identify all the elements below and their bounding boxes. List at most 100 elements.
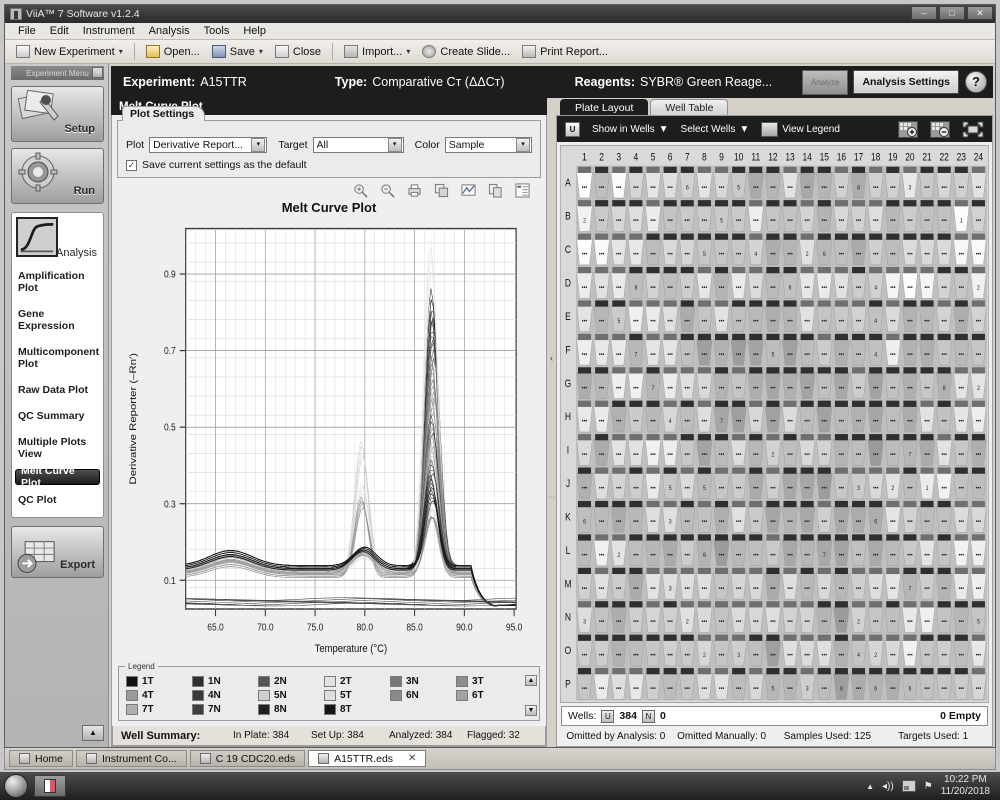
plate-well-E7[interactable]: ••• — [679, 300, 696, 333]
plate-well-E1[interactable]: ••• — [576, 300, 593, 333]
plot-properties-icon[interactable] — [461, 183, 476, 198]
plate-well-F24[interactable]: ••• — [970, 333, 987, 366]
plate-well-L23[interactable]: ••• — [953, 534, 970, 566]
plate-well-M12[interactable]: ••• — [764, 567, 781, 600]
plate-well-L13[interactable]: ••• — [782, 534, 799, 566]
plate-well-J10[interactable]: ••• — [730, 467, 747, 500]
plate-well-I14[interactable]: ••• — [799, 434, 816, 466]
sidebar-item-export[interactable]: Export — [11, 526, 104, 578]
plate-well-A8[interactable]: ••• — [696, 166, 713, 199]
plate-well-M18[interactable]: ••• — [867, 567, 884, 600]
plate-well-E19[interactable]: ••• — [884, 300, 901, 333]
open-button[interactable]: Open... — [141, 43, 205, 60]
plate-well-P5[interactable]: ••• — [645, 668, 662, 700]
plate-well-O12[interactable]: ••• — [764, 634, 781, 667]
plate-row-header-J[interactable]: J — [566, 478, 570, 490]
plate-well-G5[interactable]: 7 — [645, 367, 662, 399]
plate-well-F20[interactable]: ••• — [901, 333, 918, 366]
plate-well-B10[interactable]: ••• — [730, 200, 747, 232]
plate-well-J12[interactable]: ••• — [764, 467, 781, 500]
plate-well-E23[interactable]: ••• — [953, 300, 970, 333]
plate-well-N5[interactable]: ••• — [645, 601, 662, 633]
plate-well-A24[interactable]: ••• — [970, 166, 987, 199]
plate-well-L14[interactable]: ••• — [799, 534, 816, 566]
plate-well-I11[interactable]: ••• — [747, 434, 764, 466]
plate-well-M21[interactable]: ••• — [919, 567, 936, 600]
plate-well-P14[interactable]: 3 — [799, 668, 816, 700]
plot-settings-tab[interactable]: Plot Settings — [122, 106, 206, 121]
plate-well-O23[interactable]: ••• — [953, 634, 970, 667]
legend-item-3T[interactable]: 3T — [456, 676, 522, 687]
rail-scroll-up-button[interactable]: ▲ — [82, 725, 104, 741]
sidebar-item-run[interactable]: Run — [11, 148, 104, 204]
plate-well-N11[interactable]: ••• — [747, 601, 764, 633]
plate-well-I10[interactable]: ••• — [730, 434, 747, 466]
plate-well-G1[interactable]: ••• — [576, 367, 593, 399]
plate-well-N9[interactable]: ••• — [713, 601, 730, 633]
help-button[interactable]: ? — [965, 71, 987, 93]
plate-column-header-22[interactable]: 22 — [939, 152, 948, 164]
plate-well-C14[interactable]: 2 — [799, 233, 816, 266]
plate-well-I9[interactable]: ••• — [713, 434, 730, 466]
plate-well-D22[interactable]: ••• — [936, 266, 953, 299]
plate-well-C16[interactable]: ••• — [833, 233, 850, 266]
sidebar-item-analysis[interactable]: Analysis — [12, 215, 103, 263]
plate-well-P19[interactable]: ••• — [884, 668, 901, 700]
plate-well-H22[interactable]: ••• — [936, 400, 953, 433]
plate-well-F4[interactable]: 7 — [627, 333, 644, 366]
plate-well-F18[interactable]: 4 — [867, 333, 884, 366]
plate-well-B24[interactable]: ••• — [970, 200, 987, 232]
plate-well-C6[interactable]: ••• — [662, 233, 679, 266]
plate-well-H16[interactable]: ••• — [833, 400, 850, 433]
plate-well-P16[interactable]: 8 — [833, 668, 850, 700]
export-image-icon[interactable] — [488, 183, 503, 198]
plate-well-P4[interactable]: ••• — [627, 668, 644, 700]
plate-well-B20[interactable]: ••• — [901, 200, 918, 232]
plate-well-H13[interactable]: ••• — [782, 400, 799, 433]
plate-well-K18[interactable]: 6 — [867, 500, 884, 533]
plate-well-I4[interactable]: ••• — [627, 434, 644, 466]
plate-well-H8[interactable]: ••• — [696, 400, 713, 433]
plate-well-A5[interactable]: ••• — [645, 166, 662, 199]
plate-well-F23[interactable]: ••• — [953, 333, 970, 366]
plate-well-E5[interactable]: ••• — [645, 300, 662, 333]
plate-well-M14[interactable]: ••• — [799, 567, 816, 600]
plate-well-N21[interactable]: ••• — [919, 601, 936, 633]
plate-well-F16[interactable]: ••• — [833, 333, 850, 366]
plate-well-C3[interactable]: ••• — [610, 233, 627, 266]
plate-well-H2[interactable]: ••• — [593, 400, 610, 433]
plate-well-O6[interactable]: ••• — [662, 634, 679, 667]
plate-well-O20[interactable]: ••• — [901, 634, 918, 667]
sidebar-item-gene-expression[interactable]: Gene Expression — [12, 301, 103, 339]
fit-plate-icon[interactable] — [962, 121, 984, 138]
close-experiment-button[interactable]: Close — [270, 43, 326, 60]
sidebar-item-raw-data-plot[interactable]: Raw Data Plot — [12, 377, 103, 403]
legend-item-8T[interactable]: 8T — [324, 704, 390, 715]
plate-well-O4[interactable]: ••• — [627, 634, 644, 667]
plate-well-O8[interactable]: 2 — [696, 634, 713, 667]
plate-well-C19[interactable]: ••• — [884, 233, 901, 266]
plate-well-H19[interactable]: ••• — [884, 400, 901, 433]
plate-well-B17[interactable]: ••• — [850, 200, 867, 232]
plate-well-E17[interactable]: ••• — [850, 300, 867, 333]
plate-well-D11[interactable]: ••• — [747, 266, 764, 299]
zoom-out-plate-icon[interactable] — [930, 120, 950, 138]
legend-item-1N[interactable]: 1N — [192, 676, 258, 687]
plate-well-J17[interactable]: 3 — [850, 467, 867, 500]
plate-well-P18[interactable]: 6 — [867, 668, 884, 700]
plate-well-K23[interactable]: ••• — [953, 500, 970, 533]
plate-well-B5[interactable]: ••• — [645, 200, 662, 232]
plate-well-E8[interactable]: ••• — [696, 300, 713, 333]
analysis-settings-button[interactable]: Analysis Settings — [853, 70, 959, 94]
legend-item-8N[interactable]: 8N — [258, 704, 324, 715]
plate-well-M16[interactable]: ••• — [833, 567, 850, 600]
plate-well-L3[interactable]: 2 — [610, 534, 627, 566]
plate-well-L7[interactable]: ••• — [679, 534, 696, 566]
print-icon[interactable] — [407, 183, 422, 198]
plate-well-E21[interactable]: ••• — [919, 300, 936, 333]
plate-row-header-K[interactable]: K — [565, 512, 571, 524]
plate-row-header-B[interactable]: B — [565, 211, 571, 223]
plate-well-D23[interactable]: ••• — [953, 266, 970, 299]
plate-well-I12[interactable]: 2 — [764, 434, 781, 466]
plate-well-L16[interactable]: ••• — [833, 534, 850, 566]
